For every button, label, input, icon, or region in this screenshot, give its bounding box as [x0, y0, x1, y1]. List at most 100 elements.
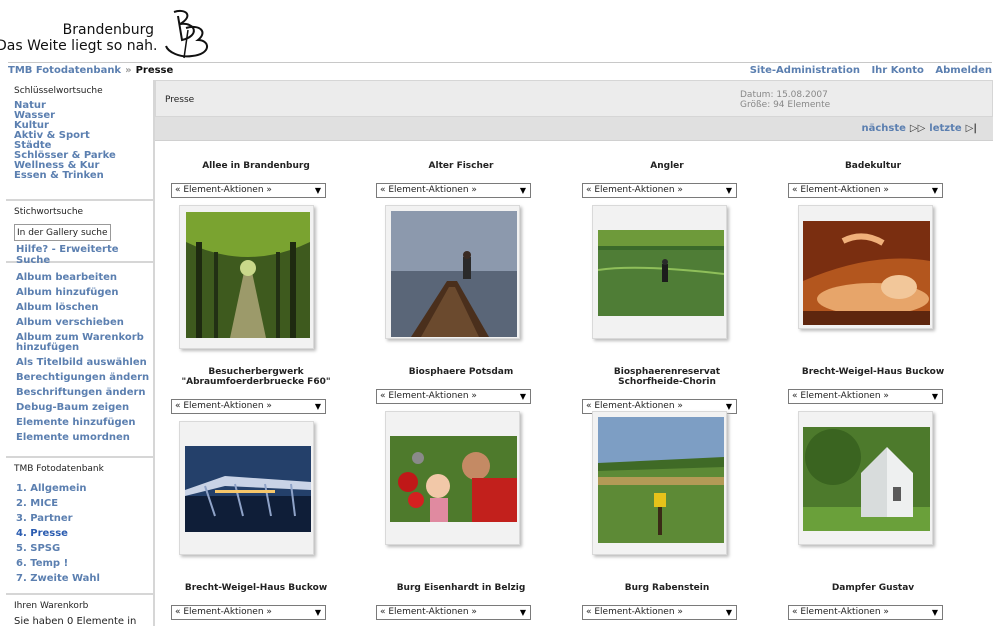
item-title[interactable]: Allee in Brandenburg — [171, 161, 341, 183]
text-search-box: Stichwortsuche Hilfe? - Erweiterte Suche — [6, 201, 153, 266]
action-edit-album[interactable]: Album bearbeiten — [16, 273, 153, 283]
element-actions-select[interactable]: « Element-Aktionen » ▼ — [788, 183, 943, 198]
item-title[interactable]: Brecht-Weigel-Haus Buckow — [171, 583, 341, 605]
cart-box: Ihren Warenkorb Sie haben 0 Elemente in — [6, 595, 153, 626]
element-actions-select[interactable]: « Element-Aktionen » ▼ — [582, 605, 737, 620]
element-actions-select[interactable]: « Element-Aktionen » ▼ — [171, 399, 326, 414]
chevron-down-icon: ▼ — [519, 392, 526, 401]
album-date: Datum: 15.08.2007 — [740, 90, 828, 100]
item-title[interactable]: Brecht-Weigel-Haus Buckow — [788, 367, 958, 389]
chevron-down-icon: ▼ — [314, 186, 321, 195]
chevron-down-icon: ▼ — [519, 186, 526, 195]
thumbnail[interactable] — [179, 421, 314, 555]
element-actions-select[interactable]: « Element-Aktionen » ▼ — [376, 389, 531, 404]
grid-item: Burg Rabenstein « Element-Aktionen » ▼ — [582, 583, 752, 620]
album-meta: Datum: 15.08.2007 Größe: 94 Elemente — [740, 90, 830, 110]
action-add-to-cart[interactable]: Album zum Warenkorb hinzufügen — [16, 333, 153, 353]
element-actions-select[interactable]: « Element-Aktionen » ▼ — [376, 605, 531, 620]
action-reorder-items[interactable]: Elemente umordnen — [16, 433, 153, 443]
action-add-album[interactable]: Album hinzufügen — [16, 288, 153, 298]
account-link[interactable]: Ihr Konto — [871, 65, 923, 76]
select-label: « Element-Aktionen » — [586, 185, 683, 195]
action-delete-album[interactable]: Album löschen — [16, 303, 153, 313]
item-title[interactable]: Burg Rabenstein — [582, 583, 752, 605]
chevron-down-icon: ▼ — [725, 608, 732, 617]
action-add-items[interactable]: Elemente hinzufügen — [16, 418, 153, 428]
photo-f60-bridge[interactable] — [185, 446, 311, 532]
keyword-search-title: Schlüsselwortsuche — [14, 86, 103, 96]
select-label: « Element-Aktionen » — [175, 401, 272, 411]
item-title[interactable]: Biosphaerenreservat Schorfheide-Chorin — [582, 367, 752, 389]
cart-title: Ihren Warenkorb — [14, 601, 89, 611]
element-actions-select[interactable]: « Element-Aktionen » ▼ — [582, 183, 737, 198]
photo-schorfheide[interactable] — [598, 417, 724, 543]
breadcrumb: TMB Fotodatenbank » Presse Site-Administra… — [8, 65, 992, 79]
brand-slogan: Das Weite liegt so nah. — [0, 38, 158, 54]
thumbnail[interactable] — [385, 411, 520, 545]
thumbnail[interactable] — [798, 411, 933, 545]
select-label: « Element-Aktionen » — [792, 391, 889, 401]
select-label: « Element-Aktionen » — [380, 391, 477, 401]
album-link-partner[interactable]: 3. Partner — [16, 514, 153, 524]
chevron-down-icon: ▼ — [725, 186, 732, 195]
album-link-allgemein[interactable]: 1. Allgemein — [16, 484, 153, 494]
select-label: « Element-Aktionen » — [380, 607, 477, 617]
account-links: Site-Administration Ihr Konto Abmelden — [742, 65, 992, 76]
item-title[interactable]: Biosphaere Potsdam — [376, 367, 546, 389]
grid-item: Besucherbergwerk "Abraumfoerderbruecke F… — [171, 367, 341, 414]
album-link-temp[interactable]: 6. Temp ! — [16, 559, 153, 569]
element-actions-select[interactable]: « Element-Aktionen » ▼ — [171, 605, 326, 620]
album-link-mice[interactable]: 2. MICE — [16, 499, 153, 509]
next-link[interactable]: nächste — [861, 123, 905, 134]
chevron-down-icon: ▼ — [314, 402, 321, 411]
element-actions-select[interactable]: « Element-Aktionen » ▼ — [376, 183, 531, 198]
album-link-zweite-wahl[interactable]: 7. Zweite Wahl — [16, 574, 153, 584]
last-icon[interactable]: ▷| — [966, 123, 977, 134]
item-title[interactable]: Burg Eisenhardt in Belzig — [376, 583, 546, 605]
item-title[interactable]: Angler — [582, 161, 752, 183]
element-actions-select[interactable]: « Element-Aktionen » ▼ — [788, 605, 943, 620]
action-move-album[interactable]: Album verschieben — [16, 318, 153, 328]
gallery-search-input[interactable] — [14, 224, 111, 241]
element-actions-select[interactable]: « Element-Aktionen » ▼ — [171, 183, 326, 198]
item-title[interactable]: Dampfer Gustav — [788, 583, 958, 605]
breadcrumb-sep: » — [125, 65, 132, 76]
thumbnail[interactable] — [798, 205, 933, 329]
grid-item: Dampfer Gustav « Element-Aktionen » ▼ — [788, 583, 958, 620]
item-title[interactable]: Badekultur — [788, 161, 958, 183]
chevron-down-icon: ▼ — [931, 392, 938, 401]
last-link[interactable]: letzte — [929, 123, 961, 134]
element-actions-select[interactable]: « Element-Aktionen » ▼ — [788, 389, 943, 404]
photo-angler[interactable] — [598, 230, 724, 316]
album-title: Presse — [165, 95, 195, 105]
action-captions[interactable]: Beschriftungen ändern — [16, 388, 153, 398]
keyword-link[interactable]: Essen & Trinken — [14, 171, 153, 181]
action-debug-tree[interactable]: Debug-Baum zeigen — [16, 403, 153, 413]
item-title[interactable]: Besucherbergwerk "Abraumfoerderbruecke F… — [171, 367, 341, 389]
photo-brecht-house[interactable] — [803, 427, 930, 531]
logout-link[interactable]: Abmelden — [935, 65, 992, 76]
album-link-spsg[interactable]: 5. SPSG — [16, 544, 153, 554]
photo-avenue[interactable] — [186, 212, 310, 338]
photo-biosphere[interactable] — [390, 436, 517, 522]
photo-fisherman[interactable] — [391, 211, 517, 337]
next-icon[interactable]: ▷▷ — [910, 123, 925, 134]
thumbnail[interactable] — [592, 205, 727, 339]
thumbnail[interactable] — [592, 411, 727, 555]
brandenburg-logo — [165, 10, 208, 59]
thumbnail[interactable] — [385, 205, 520, 339]
action-set-cover[interactable]: Als Titelbild auswählen — [16, 358, 153, 368]
item-title[interactable]: Alter Fischer — [376, 161, 546, 183]
main-content: Presse Datum: 15.08.2007 Größe: 94 Eleme… — [155, 80, 993, 626]
select-label: « Element-Aktionen » — [175, 607, 272, 617]
site-admin-link[interactable]: Site-Administration — [750, 65, 860, 76]
album-actions: Album bearbeiten Album hinzufügen Album … — [6, 263, 153, 458]
photo-spa[interactable] — [803, 221, 930, 325]
breadcrumb-root[interactable]: TMB Fotodatenbank — [8, 65, 121, 76]
breadcrumb-current: Presse — [135, 65, 174, 76]
action-permissions[interactable]: Berechtigungen ändern — [16, 373, 153, 383]
thumbnail[interactable] — [179, 205, 314, 349]
grid-item: Angler « Element-Aktionen » ▼ — [582, 161, 752, 198]
sidebar: Schlüsselwortsuche Natur Wasser Kultur A… — [6, 80, 155, 626]
album-link-presse[interactable]: 4. Presse — [16, 529, 153, 539]
